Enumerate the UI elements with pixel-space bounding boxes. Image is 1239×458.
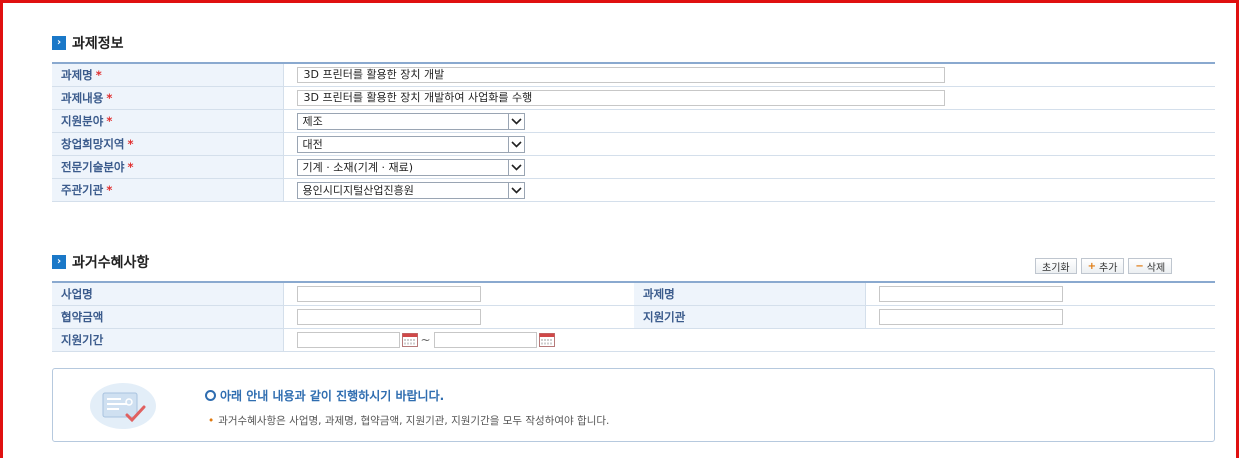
document-check-icon	[89, 381, 179, 434]
past-benefits-table: 사업명 과제명 협약금액 지원기관 지원기간 ~	[52, 281, 1215, 352]
label-project-name-past: 과제명	[634, 282, 866, 306]
delete-button[interactable]: − 삭제	[1128, 258, 1173, 274]
section-title-past-benefits: › 과거수혜사항	[52, 253, 149, 271]
contract-amount-input[interactable]	[296, 309, 481, 325]
region-select[interactable]: 대전	[296, 135, 525, 153]
project-name-past-input[interactable]	[878, 286, 1063, 302]
label-contract-amount: 협약금액	[52, 305, 284, 329]
support-period-range: ~	[296, 332, 1216, 348]
required-star: *	[106, 114, 113, 128]
section-title-project-info: › 과제정보	[52, 34, 124, 52]
row-project-content: 과제내용 * 3D 프린터를 활용한 장치 개발하여 사업화를 수행	[52, 86, 1215, 110]
tech-field-select[interactable]: 기계 · 소재(기계 · 재료)	[296, 158, 525, 176]
chevron-right-icon: ›	[52, 36, 66, 50]
support-field-select[interactable]: 제조	[296, 112, 525, 130]
label-tech-field: 전문기술분야 *	[52, 155, 284, 179]
label-project-content: 과제내용 *	[52, 86, 284, 110]
section-title-text: 과거수혜사항	[72, 255, 150, 271]
label-region: 창업희망지역 *	[52, 132, 284, 156]
row-support-field: 지원분야 * 제조	[52, 109, 1215, 133]
project-name-input[interactable]: 3D 프린터를 활용한 장치 개발	[296, 67, 945, 83]
host-agency-select[interactable]: 용인시디지털산업진흥원	[296, 181, 525, 199]
circle-bullet-icon	[205, 390, 216, 401]
label-business-name: 사업명	[52, 282, 284, 306]
range-separator: ~	[420, 333, 431, 347]
row-tech-field: 전문기술분야 * 기계 · 소재(기계 · 재료)	[52, 155, 1215, 179]
label-support-period: 지원기간	[52, 328, 284, 352]
required-star: *	[106, 183, 113, 197]
past-benefits-toolbar: 초기화 + 추가 − 삭제	[1035, 258, 1173, 274]
project-content-input[interactable]: 3D 프린터를 활용한 장치 개발하여 사업화를 수행	[296, 90, 945, 106]
label-support-field: 지원분야 *	[52, 109, 284, 133]
minus-icon: −	[1135, 260, 1144, 272]
row-amount-agency: 협약금액 지원기관	[52, 305, 1215, 329]
row-region: 창업희망지역 * 대전	[52, 132, 1215, 156]
chevron-right-icon: ›	[52, 255, 66, 269]
row-host-agency: 주관기관 * 용인시디지털산업진흥원	[52, 178, 1215, 202]
select-value: 대전	[302, 138, 323, 151]
reset-button[interactable]: 초기화	[1035, 258, 1077, 274]
required-star: *	[127, 137, 134, 151]
required-star: *	[127, 160, 134, 174]
bullet-icon: •	[208, 415, 215, 427]
select-value: 용인시디지털산업진흥원	[302, 184, 414, 197]
add-button[interactable]: + 추가	[1080, 258, 1125, 274]
chevron-down-icon[interactable]	[507, 182, 524, 198]
chevron-down-icon[interactable]	[507, 113, 524, 129]
calendar-icon[interactable]	[401, 333, 418, 347]
label-project-name: 과제명 *	[52, 63, 284, 87]
chevron-down-icon[interactable]	[507, 136, 524, 152]
business-name-input[interactable]	[296, 286, 481, 302]
row-project-name: 과제명 * 3D 프린터를 활용한 장치 개발	[52, 63, 1215, 87]
plus-icon: +	[1087, 260, 1096, 272]
select-value: 기계 · 소재(기계 · 재료)	[302, 161, 414, 174]
notice-box: 아래 안내 내용과 같이 진행하시기 바랍니다. • 과거수혜사항은 사업명, 과…	[52, 368, 1215, 442]
label-host-agency: 주관기관 *	[52, 178, 284, 202]
notice-body: • 과거수혜사항은 사업명, 과제명, 협약금액, 지원기관, 지원기간을 모두 …	[208, 415, 610, 427]
required-star: *	[95, 68, 102, 82]
period-end-input[interactable]	[433, 332, 537, 348]
project-info-table: 과제명 * 3D 프린터를 활용한 장치 개발 과제내용 * 3D 프린터를 활용한…	[52, 62, 1215, 202]
notice-title: 아래 안내 내용과 같이 진행하시기 바랍니다.	[205, 387, 444, 404]
required-star: *	[106, 91, 113, 105]
calendar-icon[interactable]	[538, 333, 555, 347]
select-value: 제조	[302, 115, 323, 128]
label-support-agency: 지원기관	[634, 305, 866, 329]
support-agency-input[interactable]	[878, 309, 1063, 325]
period-start-input[interactable]	[296, 332, 400, 348]
row-support-period: 지원기간 ~	[52, 328, 1216, 352]
chevron-down-icon[interactable]	[507, 159, 524, 175]
section-title-text: 과제정보	[72, 36, 124, 52]
row-business-project: 사업명 과제명	[52, 282, 1215, 306]
